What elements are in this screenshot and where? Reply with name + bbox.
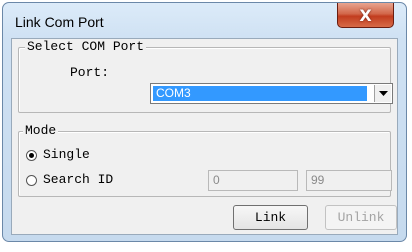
close-button[interactable]: X: [337, 3, 394, 28]
window-title: Link Com Port: [15, 14, 104, 30]
chevron-down-icon: [378, 91, 388, 96]
link-button[interactable]: Link: [233, 205, 308, 230]
single-radio[interactable]: [26, 150, 37, 161]
search-id-radio[interactable]: [26, 175, 37, 186]
dialog-body: Select COM Port Port: COM3 Mode Single S…: [11, 38, 398, 235]
mode-single-option[interactable]: Single: [26, 147, 146, 163]
port-dropdown-button[interactable]: [374, 85, 391, 102]
dialog-window: Link Com Port X Select COM Port Port: CO…: [2, 2, 407, 242]
radio-selected-dot: [29, 153, 34, 158]
mode-legend: Mode: [23, 123, 59, 138]
close-icon: X: [359, 5, 372, 25]
unlink-button[interactable]: Unlink: [325, 205, 397, 230]
select-com-port-legend: Select COM Port: [25, 39, 147, 54]
search-id-to-field[interactable]: 99: [306, 170, 392, 191]
single-label: Single: [43, 147, 90, 162]
port-label: Port:: [70, 65, 110, 80]
mode-search-id-option[interactable]: Search ID: [26, 172, 186, 188]
port-select-value: COM3: [153, 86, 367, 101]
search-id-from-field[interactable]: 0: [208, 170, 298, 191]
search-id-label: Search ID: [43, 172, 114, 187]
port-select[interactable]: COM3: [150, 83, 393, 104]
